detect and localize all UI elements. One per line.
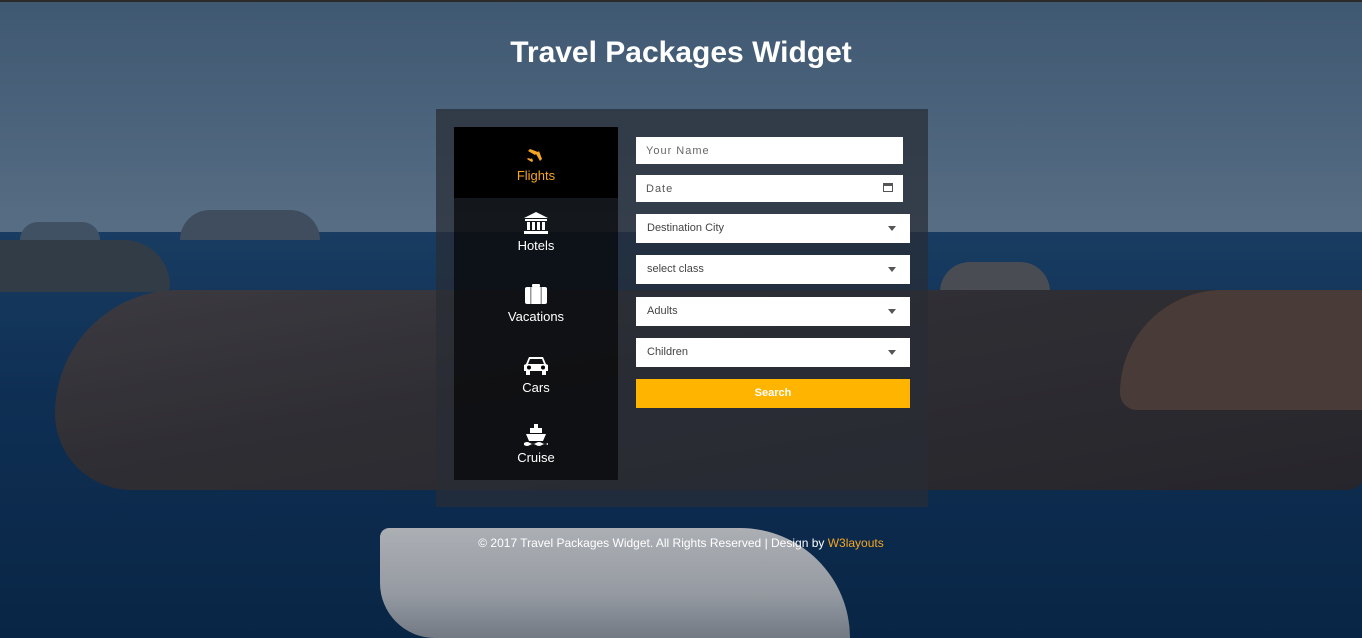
class-value: select class [647, 263, 704, 275]
footer-text: © 2017 Travel Packages Widget. All Right… [478, 536, 828, 550]
adults-select[interactable]: Adults [636, 297, 910, 326]
tab-vacations[interactable]: Vacations [454, 268, 618, 339]
date-input[interactable]: Date [636, 175, 903, 202]
adults-value: Adults [647, 305, 678, 317]
name-input[interactable] [636, 137, 903, 164]
plane-icon [526, 142, 546, 164]
bank-icon [524, 212, 548, 235]
destination-select[interactable]: Destination City [636, 214, 910, 243]
destination-value: Destination City [647, 222, 725, 234]
tab-cruise[interactable]: Cruise [454, 409, 618, 480]
search-button[interactable]: Search [636, 379, 910, 408]
chevron-down-icon [888, 350, 896, 355]
ship-icon [524, 424, 548, 447]
tab-flights[interactable]: Flights [454, 127, 618, 198]
chevron-down-icon [888, 267, 896, 272]
page-title: Travel Packages Widget [510, 36, 852, 69]
footer-link[interactable]: W3layouts [828, 536, 884, 550]
footer: © 2017 Travel Packages Widget. All Right… [0, 536, 1362, 550]
calendar-icon[interactable] [883, 183, 893, 192]
suitcase-icon [525, 283, 547, 305]
category-tabs: Flights Hotels Vacations Cars Cruise [454, 127, 618, 480]
chevron-down-icon [888, 226, 896, 231]
tab-label: Vacations [507, 308, 565, 324]
car-icon [524, 354, 548, 376]
tab-label: Flights [516, 167, 556, 183]
widget-panel: Flights Hotels Vacations Cars Cruise You… [436, 109, 928, 507]
tab-hotels[interactable]: Hotels [454, 198, 618, 269]
tab-cars[interactable]: Cars [454, 339, 618, 410]
date-placeholder: Date [646, 183, 674, 195]
tab-label: Cars [522, 379, 550, 395]
chevron-down-icon [888, 309, 896, 314]
children-select[interactable]: Children [636, 338, 910, 367]
tab-label: Cruise [517, 450, 555, 466]
children-value: Children [647, 346, 688, 358]
class-select[interactable]: select class [636, 255, 910, 284]
tab-label: Hotels [517, 238, 555, 254]
